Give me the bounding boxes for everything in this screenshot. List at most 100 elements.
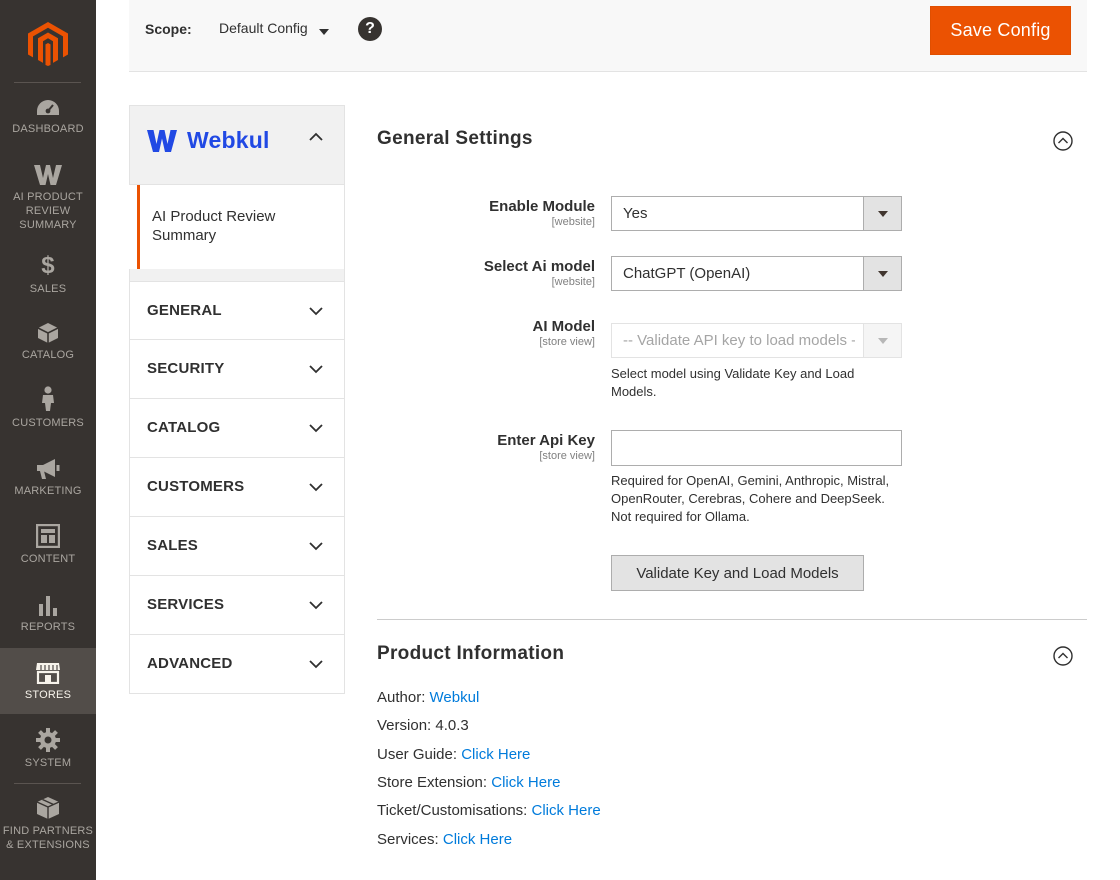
gear-icon: [36, 728, 60, 752]
section-title-general-settings[interactable]: General Settings: [377, 128, 533, 150]
caret-down-icon: [878, 211, 888, 217]
tab-label: SALES: [147, 537, 199, 554]
info-services: Services: Click Here: [377, 831, 512, 848]
layout-icon: [36, 524, 60, 548]
info-ticket: Ticket/Customisations: Click Here: [377, 802, 601, 819]
tab-label: CUSTOMERS: [147, 478, 245, 495]
tab-label: CATALOG: [147, 419, 221, 436]
select-value: Yes: [623, 205, 648, 222]
tab-advanced[interactable]: ADVANCED: [129, 635, 345, 694]
select-value: ChatGPT (OpenAI): [623, 265, 751, 282]
info-label: Author:: [377, 689, 426, 706]
select-toggle: [863, 324, 901, 357]
tab-catalog[interactable]: CATALOG: [129, 399, 345, 458]
ai-model-note: Select model using Validate Key and Load…: [611, 366, 855, 399]
field-scope: [website]: [551, 216, 595, 228]
bar-chart-icon: [39, 596, 57, 616]
sidebar-item-label: Dashboard: [12, 123, 84, 135]
sidebar-item-label: Find Partners & Extensions: [2, 825, 94, 851]
api-key-note: Required for OpenAI, Gemini, Anthropic, …: [611, 473, 890, 524]
sidebar-item-marketing[interactable]: Marketing: [0, 458, 96, 498]
sidebar-item-label: Stores: [24, 689, 72, 701]
chevron-down-icon: [309, 542, 323, 551]
section-title-product-information[interactable]: Product Information: [377, 643, 564, 665]
ticket-link[interactable]: Click Here: [532, 802, 601, 819]
magento-logo-icon[interactable]: [28, 22, 68, 66]
sidebar-item-label: AI Product Review Summary: [13, 191, 83, 231]
sidebar-item-catalog[interactable]: Catalog: [0, 322, 96, 362]
sidebar-item-find-partners[interactable]: Find Partners & Extensions: [0, 796, 96, 852]
store-extension-link[interactable]: Click Here: [491, 774, 560, 791]
sidebar-item-label: Customers: [12, 417, 84, 429]
field-label: Enter Api Key: [497, 432, 595, 449]
tab-ai-product-review-summary[interactable]: AI Product Review Summary: [137, 185, 345, 269]
tab-security[interactable]: SECURITY: [129, 340, 345, 399]
collapse-circle-icon[interactable]: [1053, 131, 1073, 151]
tab-general[interactable]: GENERAL: [129, 281, 345, 340]
storefront-icon: [36, 663, 60, 684]
tab-sales[interactable]: SALES: [129, 517, 345, 576]
field-label: AI Model: [532, 318, 596, 335]
api-key-input[interactable]: [611, 430, 902, 466]
sidebar-item-system[interactable]: System: [0, 728, 96, 770]
services-link[interactable]: Click Here: [443, 831, 512, 848]
author-link[interactable]: Webkul: [430, 689, 480, 706]
chevron-up-icon[interactable]: [308, 132, 324, 142]
api-key-label: Enter Api Key [store view]: [375, 432, 595, 462]
sidebar-divider: [14, 783, 81, 784]
tab-vendor-webkul[interactable]: Webkul: [129, 105, 345, 185]
sidebar-item-ai-product-review-summary[interactable]: AI Product Review Summary: [0, 164, 96, 232]
person-icon: [42, 386, 54, 411]
info-store-extension: Store Extension: Click Here: [377, 774, 560, 791]
chevron-down-icon: [309, 307, 323, 316]
tab-customers[interactable]: CUSTOMERS: [129, 458, 345, 517]
box-icon: [37, 323, 59, 343]
ai-model-select: -- Validate API key to load models --: [611, 323, 902, 358]
select-ai-model-select[interactable]: ChatGPT (OpenAI): [611, 256, 902, 291]
admin-sidebar: Dashboard AI Product Review Summary $ Sa…: [0, 0, 96, 880]
caret-down-icon[interactable]: [319, 29, 329, 35]
sidebar-item-label: System: [24, 757, 72, 769]
select-value: -- Validate API key to load models --: [623, 332, 855, 349]
sidebar-item-sales[interactable]: $ Sales: [0, 254, 96, 296]
info-author: Author: Webkul: [377, 689, 479, 706]
help-icon[interactable]: ?: [358, 17, 382, 41]
info-label: Ticket/Customisations:: [377, 802, 528, 819]
select-toggle[interactable]: [863, 197, 901, 230]
caret-down-icon: [878, 338, 888, 344]
user-guide-link[interactable]: Click Here: [461, 746, 530, 763]
tab-label: SERVICES: [147, 596, 225, 613]
enable-module-label: Enable Module [website]: [375, 198, 595, 228]
sidebar-item-label: Catalog: [21, 349, 75, 361]
scope-label: Scope:: [145, 21, 192, 37]
save-config-button[interactable]: Save Config: [930, 6, 1071, 55]
sidebar-divider: [14, 82, 81, 83]
field-label: Enable Module: [489, 198, 595, 215]
tab-item-label: AI Product Review Summary: [152, 208, 276, 244]
field-scope: [store view]: [539, 450, 595, 462]
select-ai-model-label: Select Ai model [website]: [375, 258, 595, 288]
validate-key-button[interactable]: Validate Key and Load Models: [611, 555, 864, 591]
sidebar-item-reports[interactable]: Reports: [0, 594, 96, 634]
chevron-down-icon: [309, 365, 323, 374]
chevron-down-icon: [309, 660, 323, 669]
scope-switcher[interactable]: Default Config: [219, 20, 308, 36]
page-actions-bar: Scope: Default Config ? Save Config: [129, 0, 1087, 72]
sidebar-item-label: Content: [20, 553, 76, 565]
select-toggle[interactable]: [863, 257, 901, 290]
enable-module-select[interactable]: Yes: [611, 196, 902, 231]
sidebar-item-label: Sales: [29, 283, 67, 295]
collapse-circle-icon[interactable]: [1053, 646, 1073, 666]
chevron-down-icon: [309, 424, 323, 433]
tab-services[interactable]: SERVICES: [129, 576, 345, 635]
webkul-w-icon: [34, 165, 62, 185]
sidebar-item-stores[interactable]: Stores: [0, 648, 96, 714]
sidebar-item-content[interactable]: Content: [0, 524, 96, 566]
chevron-down-icon: [309, 483, 323, 492]
dollar-icon: $: [41, 252, 55, 279]
field-scope: [website]: [551, 276, 595, 288]
info-user-guide: User Guide: Click Here: [377, 746, 530, 763]
sidebar-item-dashboard[interactable]: Dashboard: [0, 98, 96, 136]
section-divider: [377, 619, 1087, 620]
sidebar-item-customers[interactable]: Customers: [0, 386, 96, 430]
